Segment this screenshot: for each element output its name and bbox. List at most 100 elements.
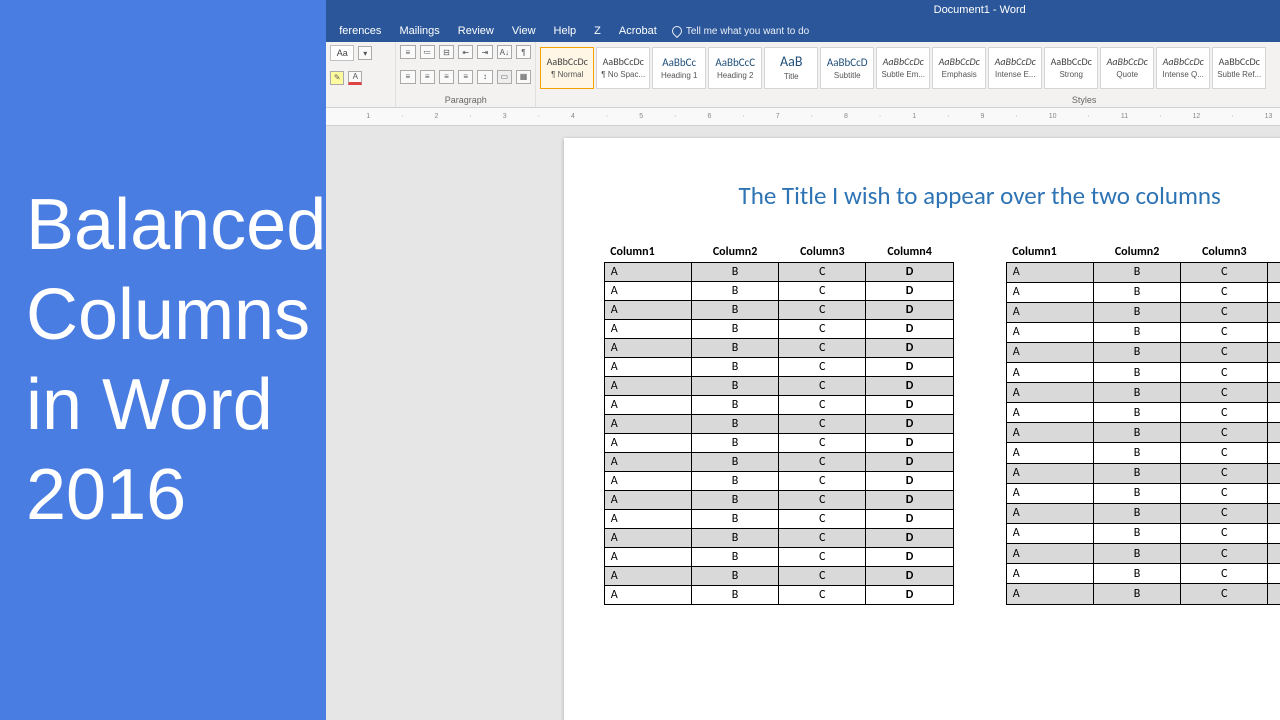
table-cell[interactable]: C	[779, 319, 866, 338]
table-cell[interactable]: C	[779, 395, 866, 414]
align-center-icon[interactable]: ≡	[420, 70, 435, 84]
table-row[interactable]: ABCD	[604, 585, 953, 604]
table-cell[interactable]: D	[1268, 363, 1280, 383]
table-cell[interactable]: C	[779, 300, 866, 319]
chevron-down-icon[interactable]: ▾	[358, 46, 372, 60]
table-cell[interactable]: B	[691, 585, 778, 604]
table-cell[interactable]: C	[1181, 363, 1268, 383]
table-cell[interactable]: A	[604, 357, 691, 376]
table-header[interactable]: Column4	[866, 243, 953, 262]
text-effects-button[interactable]: Aa	[330, 45, 354, 61]
table-cell[interactable]: B	[1093, 262, 1180, 282]
document-scroll-area[interactable]: The Title I wish to appear over the two …	[326, 126, 1280, 720]
table-row[interactable]: ABCD	[604, 395, 953, 414]
table-cell[interactable]: D	[866, 452, 953, 471]
table-cell[interactable]: C	[779, 509, 866, 528]
table-cell[interactable]: C	[1181, 403, 1268, 423]
table-cell[interactable]: A	[604, 376, 691, 395]
table-row[interactable]: ABCD	[604, 300, 953, 319]
table-row[interactable]: ABCD	[604, 281, 953, 300]
style-intense-e-[interactable]: AaBbCcDcIntense E...	[988, 47, 1042, 89]
table-cell[interactable]: D	[1268, 302, 1280, 322]
table-cell[interactable]: B	[691, 395, 778, 414]
table-cell[interactable]: D	[1268, 503, 1280, 523]
table-cell[interactable]: D	[1268, 443, 1280, 463]
table-header[interactable]: Column2	[691, 243, 778, 262]
table-row[interactable]: ABCD	[604, 357, 953, 376]
table-row[interactable]: ABCD	[604, 490, 953, 509]
table-cell[interactable]: B	[1093, 383, 1180, 403]
table-row[interactable]: ABCD	[1006, 544, 1280, 564]
table-cell[interactable]: C	[779, 490, 866, 509]
table-cell[interactable]: A	[604, 319, 691, 338]
table-cell[interactable]: C	[1181, 564, 1268, 584]
table-cell[interactable]: A	[604, 281, 691, 300]
table-cell[interactable]: A	[1006, 584, 1093, 604]
numbering-icon[interactable]: ≔	[420, 45, 435, 59]
page[interactable]: The Title I wish to appear over the two …	[564, 138, 1280, 720]
table-cell[interactable]: A	[1006, 483, 1093, 503]
table-cell[interactable]: D	[1268, 262, 1280, 282]
table-cell[interactable]: D	[866, 414, 953, 433]
highlight-icon[interactable]: ✎	[330, 71, 344, 85]
table-cell[interactable]: C	[1181, 342, 1268, 362]
table-cell[interactable]: C	[1181, 544, 1268, 564]
table-cell[interactable]: A	[604, 528, 691, 547]
table-cell[interactable]: C	[779, 376, 866, 395]
table-cell[interactable]: A	[1006, 322, 1093, 342]
table-cell[interactable]: C	[1181, 503, 1268, 523]
table-cell[interactable]: B	[691, 452, 778, 471]
table-row[interactable]: ABCD	[604, 528, 953, 547]
table-cell[interactable]: B	[1093, 322, 1180, 342]
table-cell[interactable]: C	[779, 528, 866, 547]
table-cell[interactable]: A	[1006, 523, 1093, 543]
table-cell[interactable]: A	[1006, 383, 1093, 403]
font-color-icon[interactable]: A	[348, 71, 362, 85]
table-header[interactable]: Column3	[779, 243, 866, 262]
document-heading[interactable]: The Title I wish to appear over the two …	[604, 180, 1280, 211]
table-row[interactable]: ABCD	[604, 509, 953, 528]
line-spacing-icon[interactable]: ↕	[477, 70, 492, 84]
table-cell[interactable]: A	[1006, 282, 1093, 302]
table-cell[interactable]: D	[866, 262, 953, 281]
table-cell[interactable]: A	[604, 414, 691, 433]
table-row[interactable]: ABCD	[1006, 584, 1280, 604]
table-cell[interactable]: A	[1006, 363, 1093, 383]
table-cell[interactable]: D	[1268, 383, 1280, 403]
table-cell[interactable]: B	[691, 547, 778, 566]
table-cell[interactable]: C	[779, 547, 866, 566]
table-cell[interactable]: C	[1181, 282, 1268, 302]
table-cell[interactable]: B	[1093, 302, 1180, 322]
table-cell[interactable]: A	[604, 300, 691, 319]
style-subtle-em-[interactable]: AaBbCcDcSubtle Em...	[876, 47, 930, 89]
table-row[interactable]: ABCD	[1006, 523, 1280, 543]
align-right-icon[interactable]: ≡	[439, 70, 454, 84]
table-cell[interactable]: C	[779, 338, 866, 357]
table-left[interactable]: Column1Column2Column3Column4 ABCDABCDABC…	[604, 243, 954, 605]
table-cell[interactable]: B	[691, 566, 778, 585]
table-row[interactable]: ABCD	[1006, 302, 1280, 322]
table-cell[interactable]: D	[866, 319, 953, 338]
table-cell[interactable]: A	[1006, 544, 1093, 564]
table-row[interactable]: ABCD	[1006, 262, 1280, 282]
table-cell[interactable]: C	[779, 357, 866, 376]
table-cell[interactable]: C	[1181, 584, 1268, 604]
table-cell[interactable]: D	[1268, 322, 1280, 342]
table-cell[interactable]: D	[866, 547, 953, 566]
table-cell[interactable]: B	[1093, 544, 1180, 564]
style-heading-1[interactable]: AaBbCcHeading 1	[652, 47, 706, 89]
table-cell[interactable]: A	[1006, 302, 1093, 322]
table-cell[interactable]: D	[866, 585, 953, 604]
table-header[interactable]: Column4	[1268, 243, 1280, 262]
table-cell[interactable]: D	[1268, 584, 1280, 604]
justify-icon[interactable]: ≡	[458, 70, 473, 84]
sort-icon[interactable]: A↓	[497, 45, 512, 59]
table-cell[interactable]: A	[1006, 564, 1093, 584]
table-row[interactable]: ABCD	[1006, 564, 1280, 584]
table-cell[interactable]: B	[1093, 403, 1180, 423]
table-cell[interactable]: D	[866, 395, 953, 414]
table-cell[interactable]: B	[691, 338, 778, 357]
tab-help[interactable]: Help	[545, 20, 586, 42]
table-cell[interactable]: A	[604, 471, 691, 490]
table-row[interactable]: ABCD	[1006, 423, 1280, 443]
